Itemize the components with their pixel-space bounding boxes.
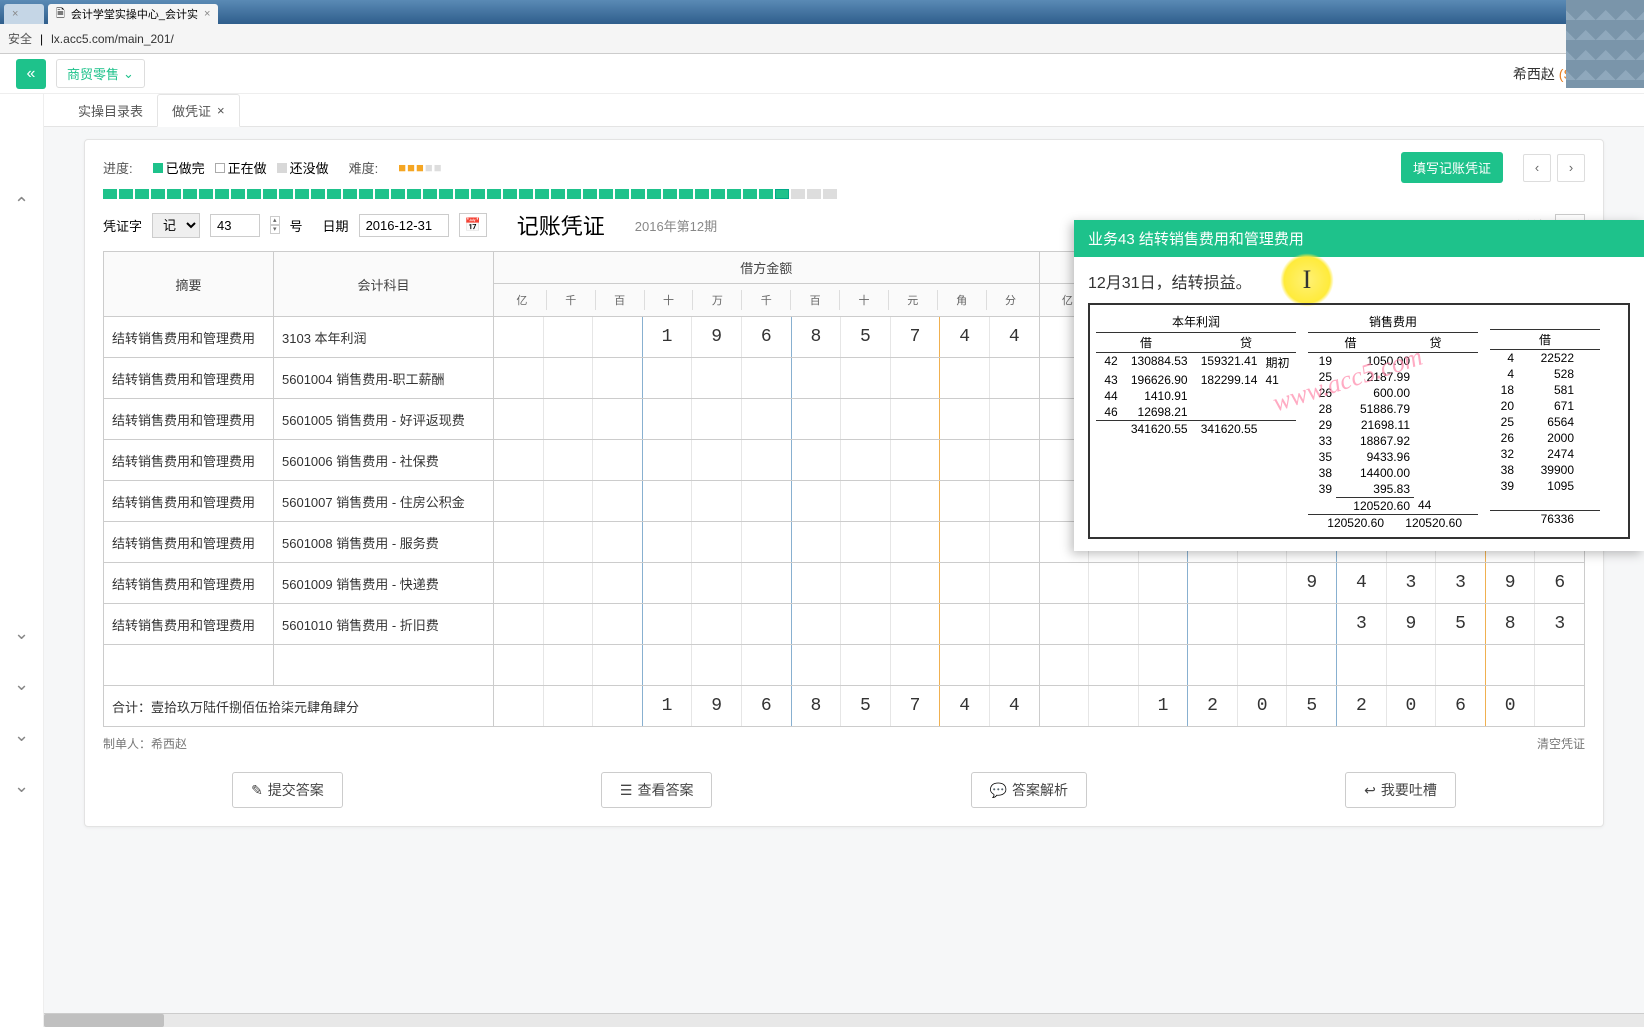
col-summary: 摘要 xyxy=(104,252,274,317)
progress-legend: 已做完 正在做 还没做 xyxy=(153,158,329,177)
voucher-word-select[interactable]: 记 xyxy=(152,213,200,238)
url-text[interactable]: lx.acc5.com/main_201/ xyxy=(51,32,174,46)
progress-label: 进度: xyxy=(103,158,133,177)
prev-button[interactable]: ‹ xyxy=(1523,154,1551,182)
num-down[interactable]: ▾ xyxy=(270,225,280,234)
table-row-blank[interactable] xyxy=(104,645,1585,686)
chevron-down-icon[interactable]: ⌄ xyxy=(14,674,29,695)
view-answer-button[interactable]: ☰查看答案 xyxy=(601,772,713,808)
pencil-icon: ✎ xyxy=(251,782,263,799)
voucher-title: 记账凭证 xyxy=(517,209,605,241)
close-icon[interactable]: × xyxy=(217,103,225,118)
address-bar: 安全 | lx.acc5.com/main_201/ xyxy=(0,24,1644,54)
left-sidebar: ⌃ ⌄ ⌄ ⌄ ⌄ xyxy=(0,94,44,1027)
reply-icon: ↩ xyxy=(1364,782,1376,799)
task-header: 业务43 结转销售费用和管理费用 xyxy=(1074,220,1644,257)
chevron-down-icon[interactable]: ⌄ xyxy=(14,725,29,746)
answer-analysis-button[interactable]: 💬答案解析 xyxy=(971,772,1087,808)
maker-name: 希西赵 xyxy=(151,737,187,751)
tab-directory[interactable]: 实操目录表 xyxy=(64,94,157,126)
tab-title: 会计学堂实操中心_会计实 xyxy=(71,6,198,22)
difficulty-stars: ■■■■■ xyxy=(398,160,442,175)
feedback-button[interactable]: ↩我要吐槽 xyxy=(1345,772,1456,808)
table-row-total: 合计：壹拾玖万陆仟捌佰伍拾柒元肆角肆分1968574412052060 xyxy=(104,686,1585,727)
fill-voucher-button[interactable]: 填写记账凭证 xyxy=(1401,152,1503,183)
sidebar-collapse-button[interactable]: « xyxy=(16,59,46,89)
submit-answer-button[interactable]: ✎提交答案 xyxy=(232,772,343,808)
calendar-icon[interactable]: 📅 xyxy=(459,213,487,237)
chevron-down-icon[interactable]: ⌄ xyxy=(14,623,29,644)
username: 希西赵 xyxy=(1513,66,1555,82)
progress-blocks[interactable] xyxy=(103,189,1585,199)
browser-tab-active[interactable]: 🗎 会计学堂实操中心_会计实 × xyxy=(48,4,218,24)
chevron-down-icon: ⌄ xyxy=(123,66,134,82)
business-type-select[interactable]: 商贸零售 ⌄ xyxy=(56,59,145,88)
horizontal-scrollbar[interactable] xyxy=(44,1013,1644,1027)
chevron-down-icon[interactable]: ⌄ xyxy=(14,776,29,797)
voucher-period: 2016年第12期 xyxy=(635,216,717,235)
close-icon[interactable]: × xyxy=(12,8,18,20)
num-up[interactable]: ▴ xyxy=(270,216,280,225)
difficulty-label: 难度: xyxy=(349,158,379,177)
list-icon: ☰ xyxy=(620,782,633,799)
task-panel: 业务43 结转销售费用和管理费用 12月31日，结转损益。 I www.acc5… xyxy=(1074,220,1644,551)
task-description: 12月31日，结转损益。 I xyxy=(1088,269,1630,293)
text-cursor-highlight: I xyxy=(1280,253,1334,307)
chevron-up-icon[interactable]: ⌃ xyxy=(14,194,29,215)
browser-tab-strip: × 🗎 会计学堂实操中心_会计实 × xyxy=(0,0,1644,24)
browser-tab-blank[interactable]: × xyxy=(4,4,44,24)
voucher-number-input[interactable] xyxy=(210,214,260,237)
date-input[interactable] xyxy=(359,214,449,237)
scrollbar-thumb[interactable] xyxy=(44,1014,164,1027)
next-button[interactable]: › xyxy=(1557,154,1585,182)
security-label: 安全 xyxy=(8,30,32,47)
page-icon: 🗎 xyxy=(56,5,65,24)
app-topbar: « 商贸零售 ⌄ 希西赵 (SVIP会员) xyxy=(0,54,1644,94)
col-subject: 会计科目 xyxy=(274,252,494,317)
main-content: 实操目录表 做凭证 × 进度: 已做完 正在做 还没做 难度: ■■■■■ 填写… xyxy=(44,94,1644,1027)
tab-voucher[interactable]: 做凭证 × xyxy=(157,94,240,127)
webcam-overlay xyxy=(1566,0,1644,88)
table-row[interactable]: 结转销售费用和管理费用5601009 销售费用 - 快递费943396 xyxy=(104,563,1585,604)
close-icon[interactable]: × xyxy=(204,8,210,20)
clear-voucher-link[interactable]: 清空凭证 xyxy=(1537,735,1585,752)
chat-icon: 💬 xyxy=(990,782,1007,799)
table-row[interactable]: 结转销售费用和管理费用5601010 销售费用 - 折旧费39583 xyxy=(104,604,1585,645)
reference-ledger: www.acc5.com 本年利润 借贷 42130884.53159321.4… xyxy=(1088,303,1630,539)
inner-tabs: 实操目录表 做凭证 × xyxy=(44,94,1644,127)
col-debit: 借方金额 xyxy=(494,252,1040,284)
